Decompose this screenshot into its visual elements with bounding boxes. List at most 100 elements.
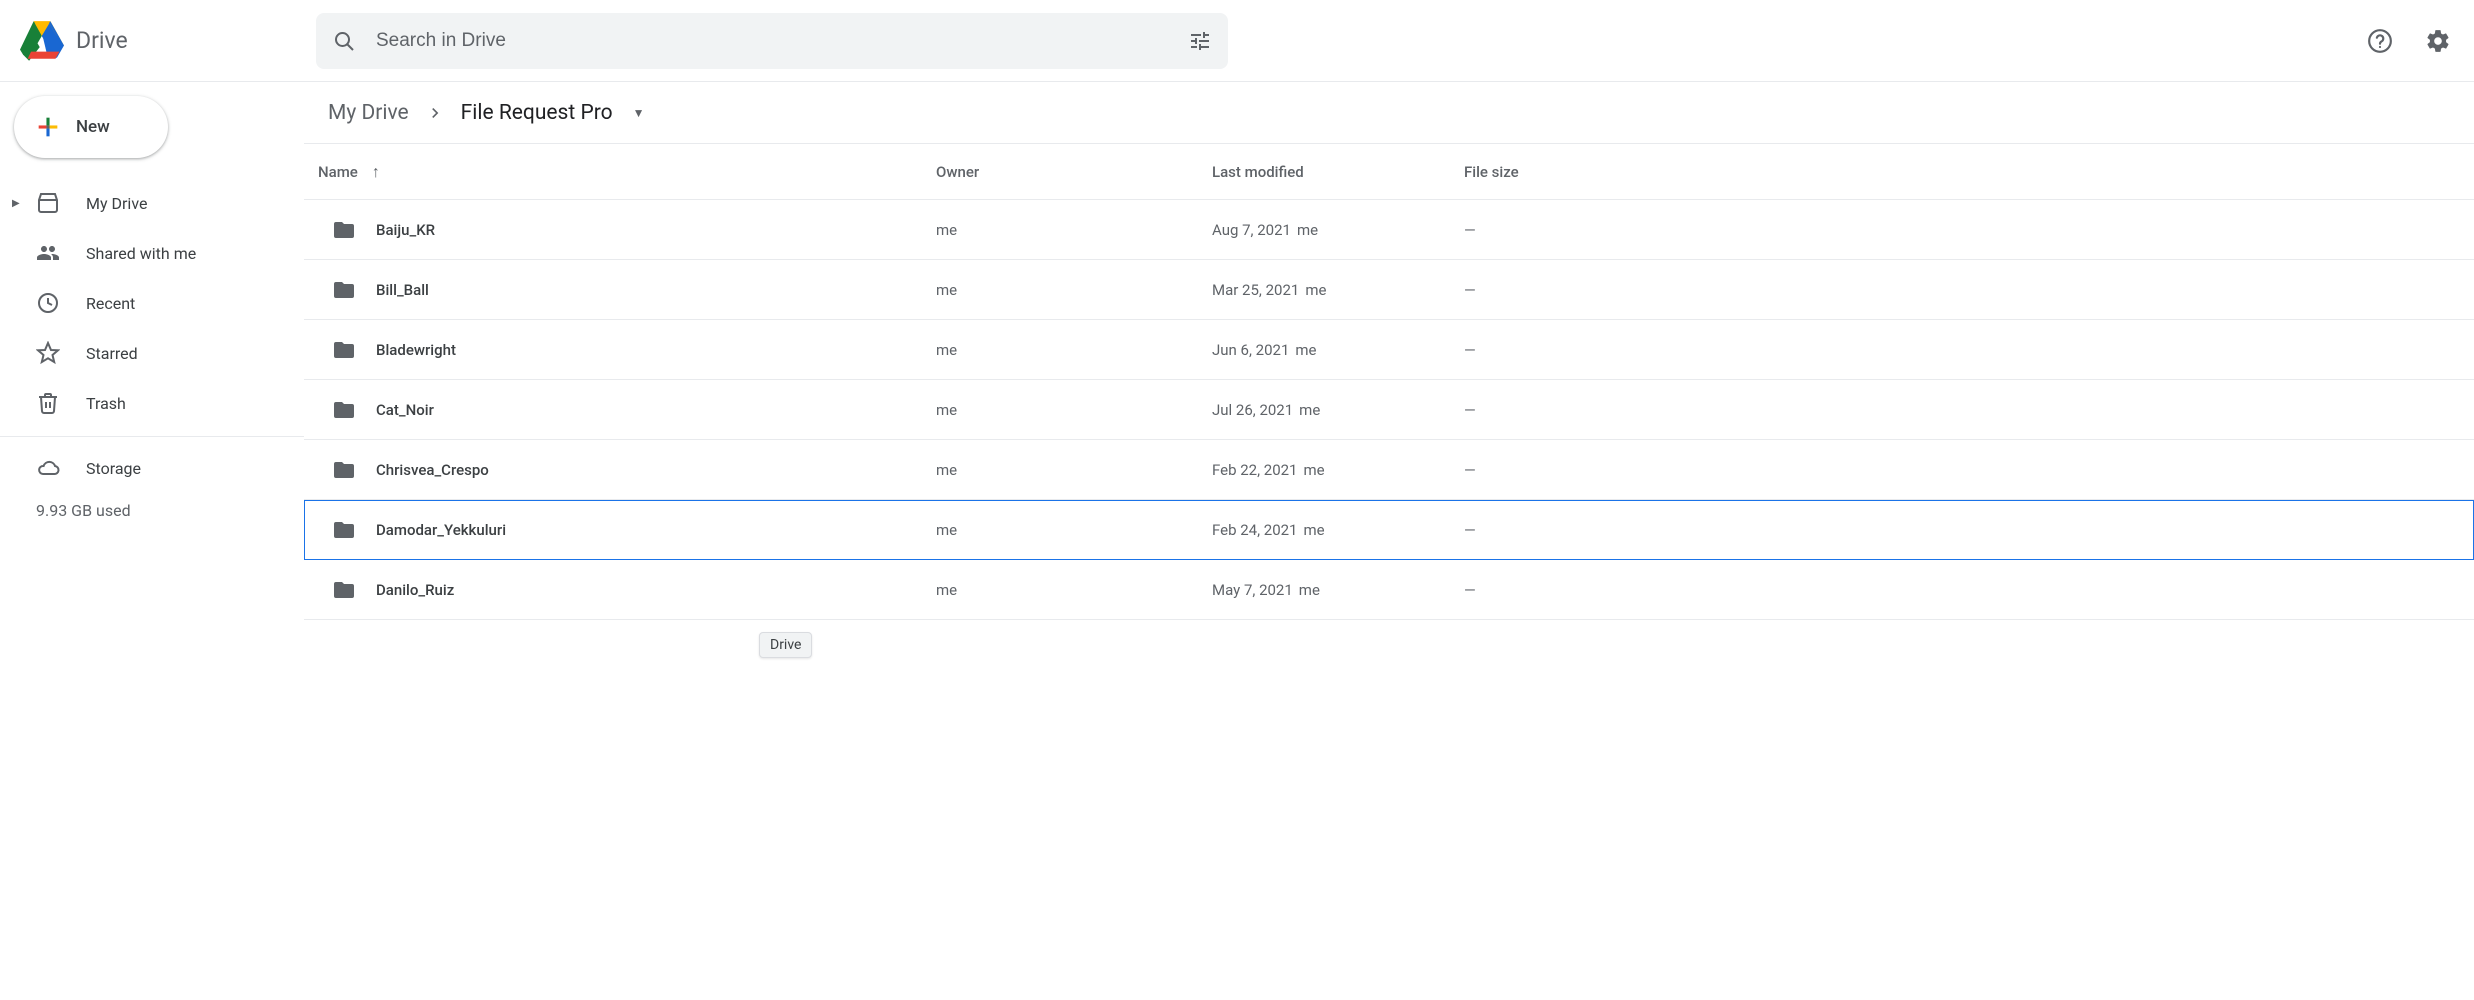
- column-header-owner[interactable]: Owner: [936, 163, 1212, 181]
- sidebar-item-label: Storage: [86, 459, 141, 478]
- sidebar-item-label: Recent: [86, 294, 135, 313]
- cell-name: Bladewright: [318, 338, 936, 362]
- chevron-down-icon: ▼: [633, 106, 645, 120]
- cell-size: —: [1464, 341, 2474, 359]
- modified-by: me: [1299, 581, 1320, 599]
- column-header-name[interactable]: Name ↑: [318, 162, 936, 182]
- breadcrumb-root[interactable]: My Drive: [318, 95, 419, 131]
- cell-name: Baiju_KR: [318, 218, 936, 242]
- file-name: Bladewright: [376, 341, 456, 359]
- cell-size: —: [1464, 521, 2474, 539]
- table-row[interactable]: Danilo_RuizmeMay 7, 2021me—: [304, 560, 2474, 620]
- table-row[interactable]: Damodar_Yekkuluri meFeb 24, 2021me—: [304, 500, 2474, 560]
- modified-date: Aug 7, 2021: [1212, 221, 1291, 239]
- cell-owner: me: [936, 581, 1212, 599]
- cell-name: Chrisvea_Crespo: [318, 458, 936, 482]
- cell-modified: Jun 6, 2021me: [1212, 341, 1464, 359]
- trash-icon: [36, 391, 60, 415]
- star-icon: [36, 341, 60, 365]
- sidebar-item-label: Trash: [86, 394, 126, 413]
- column-label: Name: [318, 163, 358, 181]
- cell-name: Damodar_Yekkuluri: [318, 518, 936, 542]
- cell-modified: Feb 22, 2021 me: [1212, 461, 1464, 479]
- settings-button[interactable]: [2418, 21, 2458, 61]
- sidebar-item-shared[interactable]: Shared with me: [0, 228, 304, 278]
- cell-owner: me: [936, 401, 1212, 419]
- sidebar-item-recent[interactable]: Recent: [0, 278, 304, 328]
- file-name: Damodar_Yekkuluri: [376, 521, 506, 539]
- search-options-icon[interactable]: [1188, 29, 1212, 53]
- search-icon[interactable]: [332, 29, 356, 53]
- header-actions: [2360, 21, 2458, 61]
- table-row[interactable]: Baiju_KRmeAug 7, 2021me—: [304, 200, 2474, 260]
- file-list: Baiju_KRmeAug 7, 2021me—Bill_BallmeMar 2…: [304, 200, 2474, 1000]
- cell-modified: May 7, 2021 me: [1212, 581, 1464, 599]
- breadcrumb-dropdown[interactable]: ▼: [629, 102, 649, 124]
- shared-icon: [36, 241, 60, 265]
- nav: ▶ My Drive Shared with me Recent: [0, 178, 304, 428]
- expand-icon[interactable]: ▶: [12, 198, 20, 209]
- sidebar-item-starred[interactable]: Starred: [0, 328, 304, 378]
- folder-icon: [332, 398, 356, 422]
- sidebar-item-my-drive[interactable]: ▶ My Drive: [0, 178, 304, 228]
- column-label: Owner: [936, 163, 979, 181]
- gear-icon: [2425, 28, 2451, 54]
- modified-date: May 7, 2021: [1212, 581, 1293, 599]
- table-row[interactable]: Cat_NoirmeJul 26, 2021me—: [304, 380, 2474, 440]
- chevron-right-icon: [425, 103, 445, 123]
- modified-by: me: [1304, 521, 1325, 539]
- support-button[interactable]: [2360, 21, 2400, 61]
- cloud-icon: [36, 456, 60, 480]
- folder-icon: [332, 218, 356, 242]
- sidebar-divider: [0, 436, 304, 437]
- modified-date: Mar 25, 2021: [1212, 281, 1299, 299]
- breadcrumb-current[interactable]: File Request Pro: [451, 95, 623, 131]
- table-row[interactable]: Bladewright meJun 6, 2021me—: [304, 320, 2474, 380]
- cell-modified: Feb 24, 2021me: [1212, 521, 1464, 539]
- my-drive-icon: [36, 191, 60, 215]
- product-name: Drive: [76, 27, 128, 54]
- folder-icon: [332, 338, 356, 362]
- file-name: Chrisvea_Crespo: [376, 461, 489, 479]
- help-icon: [2367, 28, 2393, 54]
- plus-icon: [34, 113, 62, 141]
- modified-by: me: [1305, 281, 1326, 299]
- sidebar-item-storage[interactable]: Storage: [0, 443, 304, 493]
- file-name: Bill_Ball: [376, 281, 429, 299]
- body: New ▶ My Drive Shared with me Recen: [0, 82, 2474, 1000]
- new-button-label: New: [76, 117, 110, 137]
- table-header: Name ↑ Owner Last modified File size: [304, 144, 2474, 200]
- column-label: Last modified: [1212, 163, 1304, 181]
- modified-by: me: [1304, 461, 1325, 479]
- column-header-modified[interactable]: Last modified: [1212, 163, 1464, 181]
- column-header-size[interactable]: File size: [1464, 163, 2474, 181]
- search-bar[interactable]: [316, 13, 1228, 69]
- recent-icon: [36, 291, 60, 315]
- cell-owner: me: [936, 341, 1212, 359]
- modified-by: me: [1295, 341, 1316, 359]
- new-button[interactable]: New: [14, 96, 168, 158]
- logo-area[interactable]: Drive: [20, 21, 316, 61]
- cell-owner: me: [936, 461, 1212, 479]
- cell-name: Danilo_Ruiz: [318, 578, 936, 602]
- file-name: Cat_Noir: [376, 401, 434, 419]
- table-row[interactable]: Bill_BallmeMar 25, 2021me—: [304, 260, 2474, 320]
- folder-icon: [332, 518, 356, 542]
- search-input[interactable]: [376, 30, 1188, 52]
- sidebar-item-label: Shared with me: [86, 244, 196, 263]
- cell-size: —: [1464, 401, 2474, 419]
- storage-used-text: 9.93 GB used: [0, 501, 304, 520]
- sort-ascending-icon: ↑: [372, 162, 380, 182]
- main: My Drive File Request Pro ▼ Name ↑ Owner…: [304, 82, 2474, 1000]
- sidebar: New ▶ My Drive Shared with me Recen: [0, 82, 304, 1000]
- cell-owner: me: [936, 521, 1212, 539]
- sidebar-item-trash[interactable]: Trash: [0, 378, 304, 428]
- file-name: Danilo_Ruiz: [376, 581, 454, 599]
- cell-modified: Aug 7, 2021 me: [1212, 221, 1464, 239]
- modified-date: Feb 22, 2021: [1212, 461, 1298, 479]
- cell-name: Bill_Ball: [318, 278, 936, 302]
- cell-name: Cat_Noir: [318, 398, 936, 422]
- modified-by: me: [1297, 221, 1318, 239]
- drive-logo-icon: [20, 21, 64, 61]
- table-row[interactable]: Chrisvea_CrespomeFeb 22, 2021me—: [304, 440, 2474, 500]
